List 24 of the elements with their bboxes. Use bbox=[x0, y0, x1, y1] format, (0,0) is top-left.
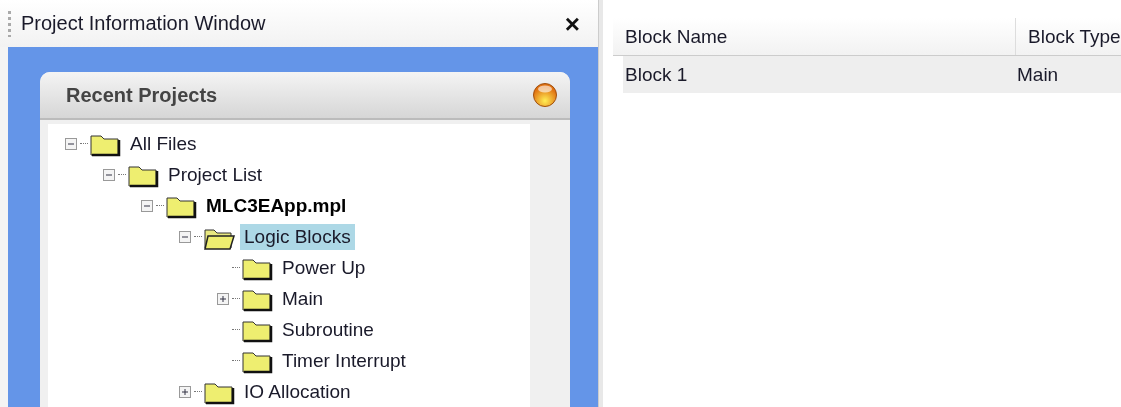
tree-item[interactable]: Project List bbox=[164, 161, 266, 188]
tree-item[interactable]: All Files bbox=[126, 130, 201, 157]
expand-toggle[interactable] bbox=[179, 385, 191, 398]
close-button[interactable]: × bbox=[562, 10, 582, 37]
tree-item[interactable]: Logic Blocks bbox=[240, 223, 355, 250]
panel-title: Project Information Window bbox=[21, 12, 267, 35]
table-row[interactable]: Block 1 Main bbox=[623, 56, 1121, 93]
tree-item[interactable]: IO Allocation bbox=[240, 378, 355, 405]
tree-item[interactable]: Main bbox=[278, 285, 328, 312]
table-cell-text: Main bbox=[1016, 62, 1060, 87]
tree-item[interactable]: Power Up bbox=[278, 254, 370, 281]
card-title: Recent Projects bbox=[66, 83, 218, 107]
collapse-toggle[interactable] bbox=[179, 230, 191, 243]
tree-item[interactable]: Subroutine bbox=[278, 316, 378, 343]
table-cell-text: Block 1 bbox=[624, 62, 689, 87]
tree-item[interactable]: MLC3EApp.mpl bbox=[202, 192, 351, 219]
orb-icon[interactable] bbox=[532, 82, 558, 108]
expand-toggle[interactable] bbox=[217, 292, 229, 305]
tree-item[interactable]: Timer Interrupt bbox=[278, 347, 410, 374]
column-header[interactable]: Block Name bbox=[613, 18, 1016, 55]
collapse-toggle[interactable] bbox=[103, 168, 115, 181]
column-header[interactable]: Block Type bbox=[1016, 18, 1121, 55]
collapse-toggle[interactable] bbox=[141, 199, 153, 212]
collapse-toggle[interactable] bbox=[65, 137, 77, 150]
